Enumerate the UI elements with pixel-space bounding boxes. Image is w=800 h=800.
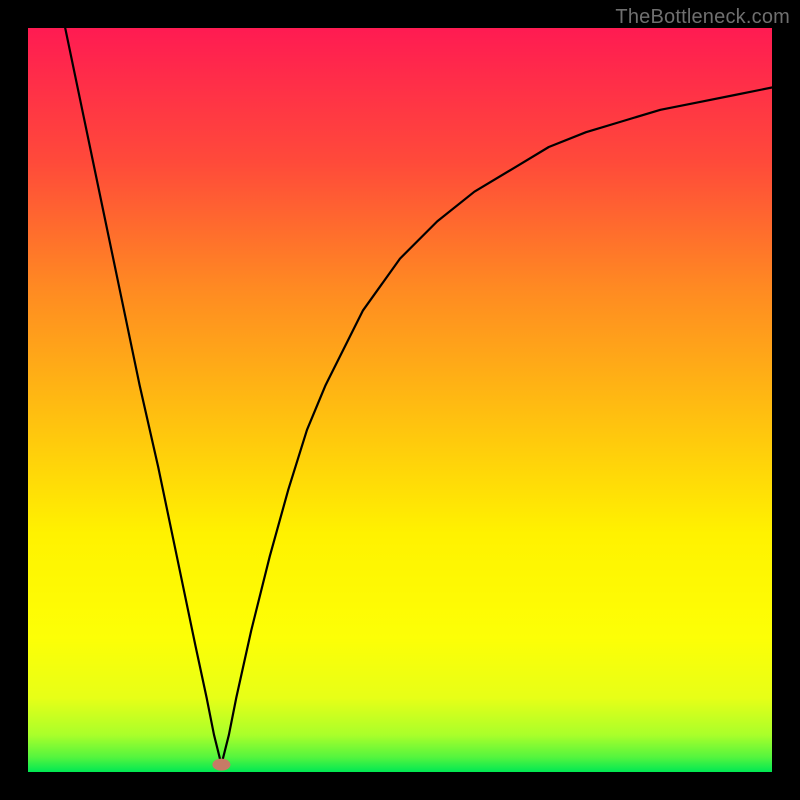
attribution-text: TheBottleneck.com xyxy=(615,6,790,29)
chart-svg xyxy=(28,28,772,772)
gradient-background xyxy=(28,28,772,772)
plot-area xyxy=(28,28,772,772)
chart-frame: TheBottleneck.com xyxy=(0,0,800,800)
minimum-marker xyxy=(212,759,230,771)
